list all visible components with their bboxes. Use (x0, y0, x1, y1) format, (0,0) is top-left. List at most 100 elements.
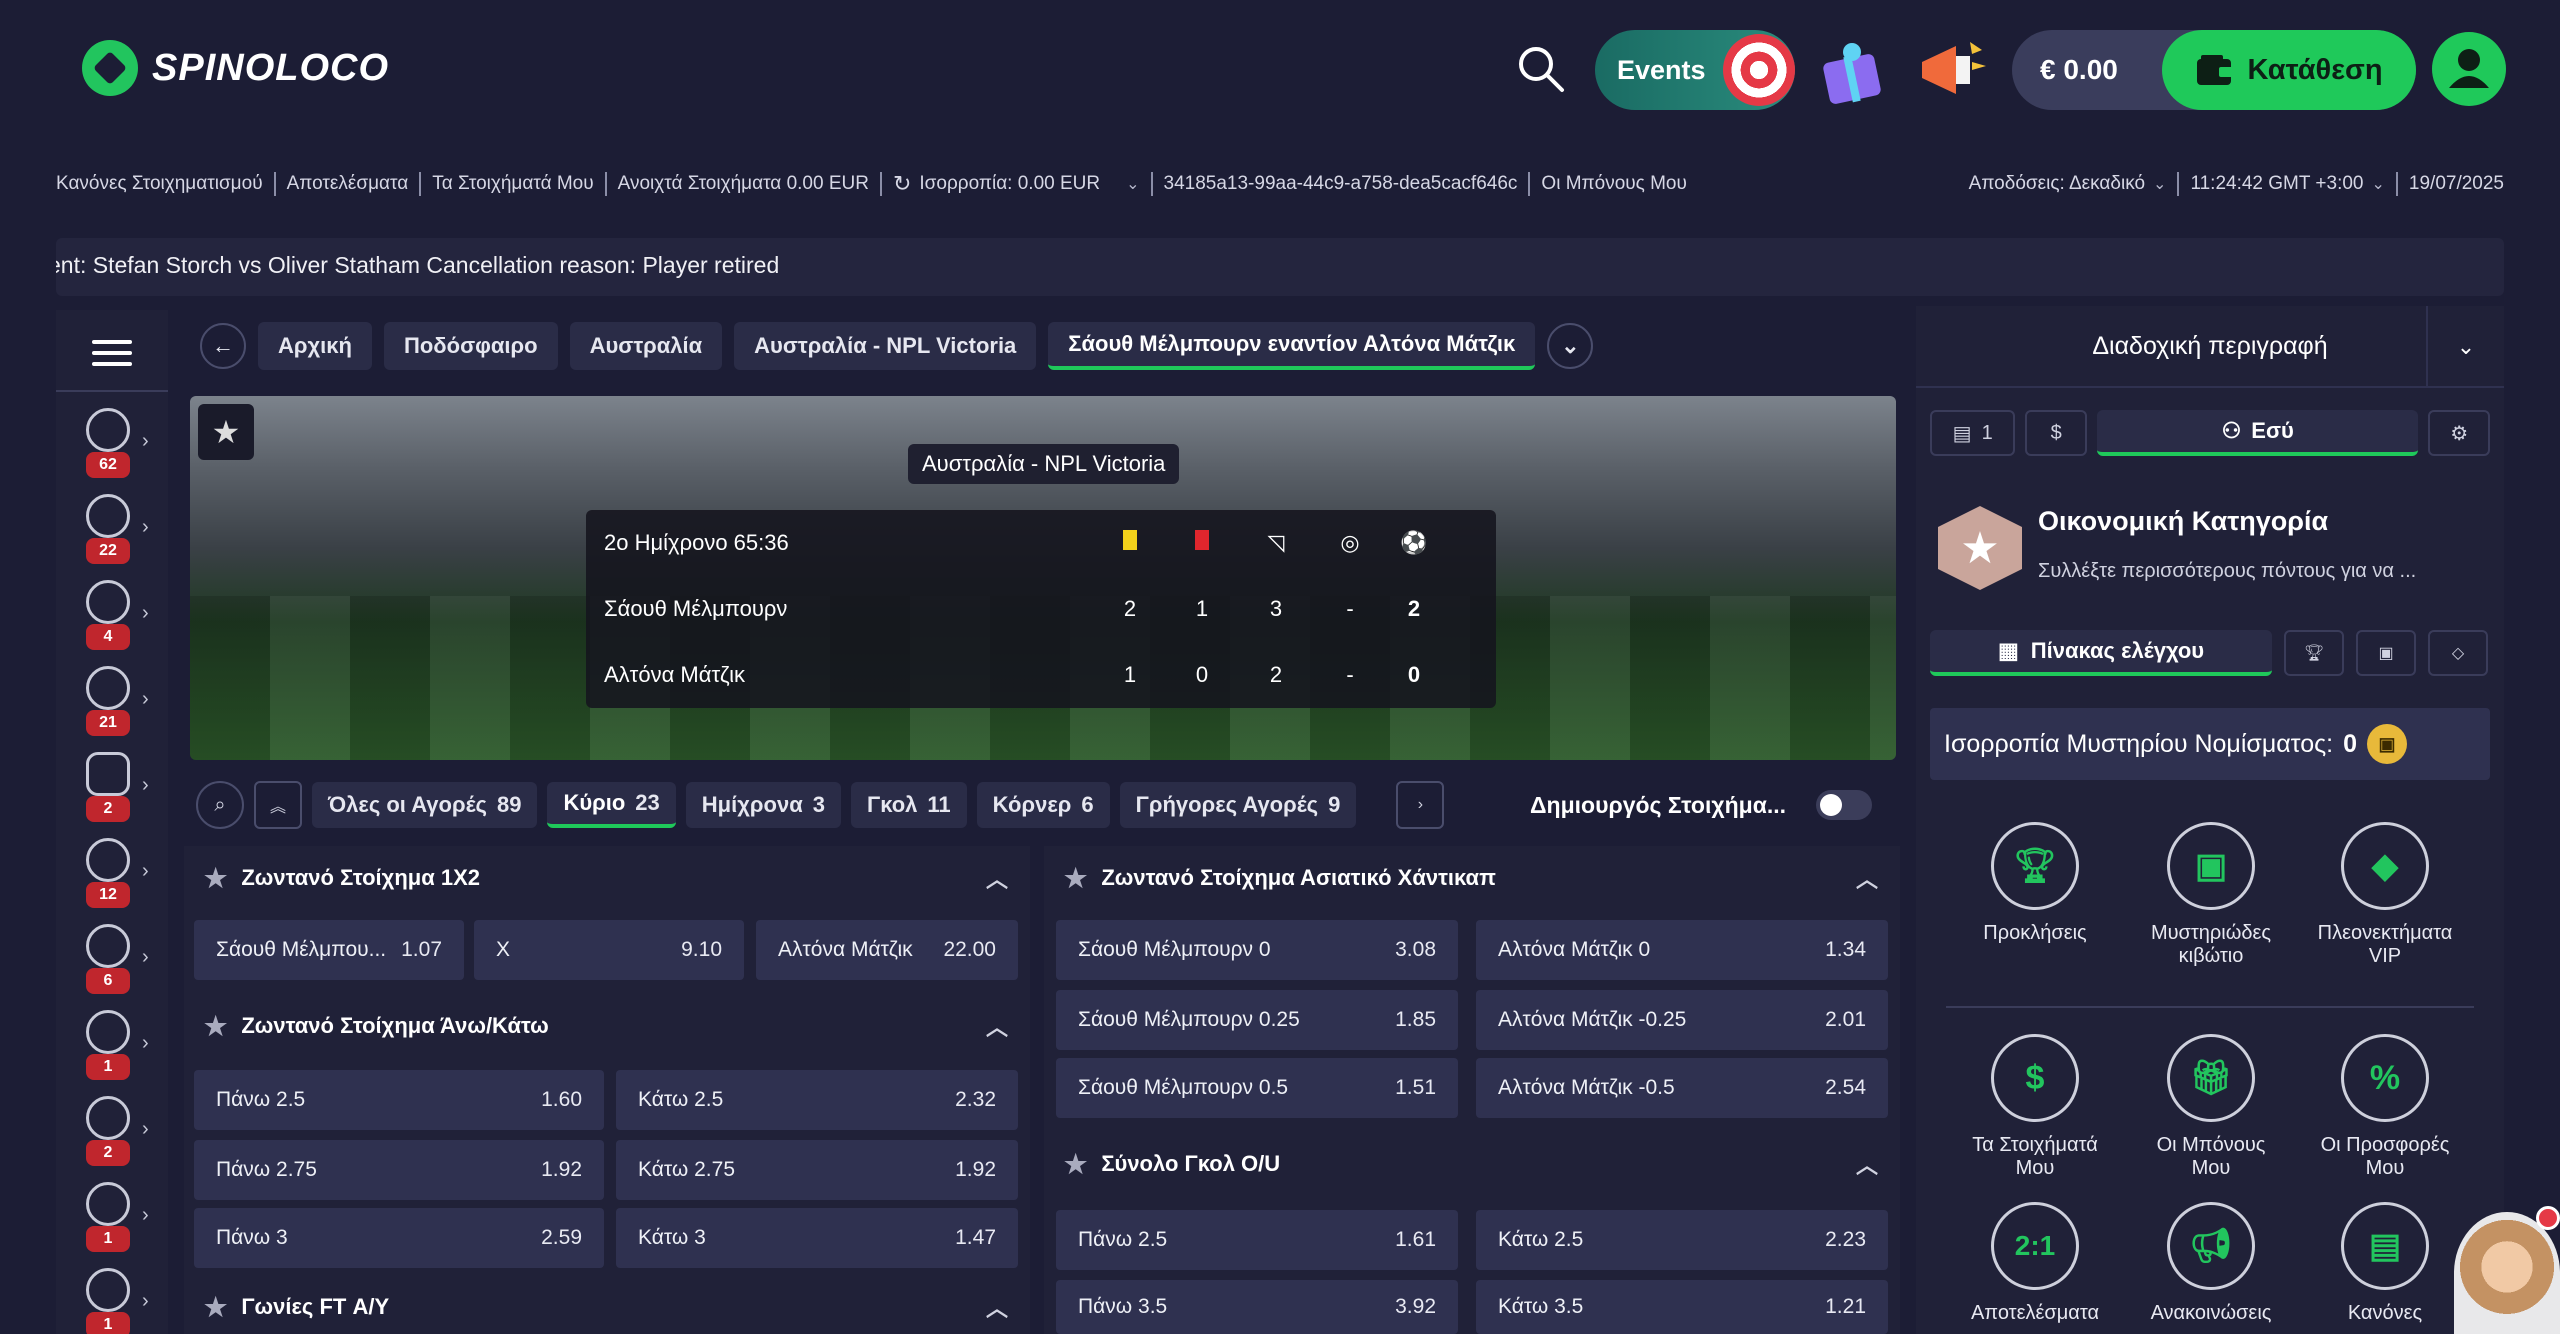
star-icon[interactable]: ★ (204, 1011, 227, 1042)
odd-button[interactable]: Σάουθ Μέλμπου... 1.07 (194, 920, 464, 980)
collapse-all-icon[interactable]: ︽ (254, 781, 302, 829)
odd-button[interactable]: Αλτόνα Μάτζικ -0.25 2.01 (1476, 990, 1888, 1050)
breadcrumb-australia[interactable]: Αυστραλία (569, 322, 723, 370)
clock-time[interactable]: 11:24:42 GMT +3:00 (2190, 173, 2363, 195)
refresh-icon[interactable]: ↻ (893, 171, 911, 197)
chevron-right-icon[interactable]: › (1396, 781, 1445, 829)
breadcrumb-match[interactable]: Σάουθ Μέλμπουρν εναντίον Αλτόνα Μάτζικ (1048, 322, 1536, 370)
odd-button[interactable]: Σάουθ Μέλμπουρν 0.25 1.85 (1056, 990, 1458, 1050)
odd-button[interactable]: X 9.10 (474, 920, 744, 980)
odd-button[interactable]: Κάτω 3 1.47 (616, 1208, 1018, 1268)
chevron-up-icon[interactable]: ︿ (1856, 862, 1878, 894)
odd-button[interactable]: Πάνω 3 2.59 (194, 1208, 604, 1268)
chevron-up-icon[interactable]: ︿ (986, 1291, 1008, 1323)
tab-mystery-box[interactable]: ▣ (2356, 630, 2416, 676)
tab-all-markets[interactable]: Όλες οι Αγορές 89 (312, 782, 538, 828)
support-chat-avatar[interactable] (2454, 1212, 2560, 1334)
breadcrumb-league[interactable]: Αυστραλία - NPL Victoria (734, 322, 1037, 370)
breadcrumb-more[interactable]: ⌄ (1547, 323, 1594, 369)
deposit-button[interactable]: Κατάθεση (2162, 30, 2416, 110)
sidebar-sport-item[interactable]: 6 › (86, 924, 156, 1004)
tab-trophy[interactable]: 🏆︎ (2284, 630, 2344, 676)
chevron-down-icon[interactable]: ⌄ (1126, 174, 1139, 194)
market-header[interactable]: ★ Σύνολο Γκολ O/U ︿ (1044, 1132, 1900, 1196)
bet-builder-toggle[interactable] (1816, 790, 1873, 820)
odds-format-select[interactable]: Αποδόσεις: Δεκαδικό (1969, 173, 2145, 195)
chevron-down-icon[interactable]: ⌄ (2372, 174, 2385, 194)
odd-button[interactable]: Σάουθ Μέλμπουρν 0.5 1.51 (1056, 1058, 1458, 1118)
user-avatar[interactable] (2432, 32, 2506, 106)
market-search-icon[interactable]: ⌕ (196, 781, 244, 829)
odd-button[interactable]: Κάτω 2.75 1.92 (616, 1140, 1018, 1200)
tab-cashout[interactable]: $ (2025, 410, 2087, 456)
odd-button[interactable]: Αλτόνα Μάτζικ 0 1.34 (1476, 920, 1888, 980)
market-header[interactable]: ★ Ζωντανό Στοίχημα Ασιατικό Χάντικαπ ︿ (1044, 846, 1900, 910)
back-button[interactable]: ← (200, 323, 246, 369)
market-header[interactable]: ★ Ζωντανό Στοίχημα Άνω/Κάτω ︿ (184, 994, 1030, 1058)
tab-main[interactable]: Κύριο 23 (547, 782, 676, 828)
sidebar-sport-item[interactable]: 2 › (86, 1096, 156, 1176)
link-results[interactable]: Αποτελέσματα (287, 173, 409, 195)
sidebar-sport-item[interactable]: 4 › (86, 580, 156, 660)
sidebar-sport-item[interactable]: 1 › (86, 1268, 156, 1334)
link-my-bonuses[interactable]: Οι Μπόνους Μου (1541, 173, 1686, 195)
odd-button[interactable]: Κάτω 3.5 1.21 (1476, 1280, 1888, 1334)
menu-icon[interactable] (92, 340, 132, 366)
chevron-down-icon[interactable]: ⌄ (2426, 306, 2504, 388)
odd-button[interactable]: Πάνω 3.5 3.92 (1056, 1280, 1458, 1334)
odd-button[interactable]: Αλτόνα Μάτζικ -0.5 2.54 (1476, 1058, 1888, 1118)
grid-vip[interactable]: ◆ Πλεονεκτήματα VIP (2310, 822, 2460, 968)
odd-button[interactable]: Κάτω 2.5 2.32 (616, 1070, 1018, 1130)
link-open-bets[interactable]: Ανοιχτά Στοιχήματα 0.00 EUR (618, 173, 869, 195)
grid-my-bonuses[interactable]: 🎁︎ Οι Μπόνους Μου (2136, 1034, 2286, 1180)
grid-results[interactable]: 2:1 Αποτελέσματα (1960, 1202, 2110, 1325)
odd-button[interactable]: Πάνω 2.5 1.60 (194, 1070, 604, 1130)
tab-you[interactable]: ⚇ Εσύ (2096, 410, 2419, 456)
star-icon[interactable]: ★ (204, 863, 227, 894)
sidebar-sport-item[interactable]: 2 › (86, 752, 156, 832)
tab-halves[interactable]: Ημίχρονα 3 (685, 782, 841, 828)
star-icon[interactable]: ★ (1064, 1149, 1087, 1180)
tab-quick-markets[interactable]: Γρήγορες Αγορές 9 (1119, 782, 1357, 828)
tab-betslip[interactable]: ▤ 1 (1930, 410, 2016, 456)
sidebar-sport-item[interactable]: 12 › (86, 838, 156, 918)
tab-vip[interactable]: ◇ (2428, 630, 2488, 676)
settings-button[interactable]: ⚙ (2428, 410, 2491, 456)
sidebar-sport-item[interactable]: 1 › (86, 1182, 156, 1262)
link-my-bets[interactable]: Τα Στοιχήματά Μου (432, 173, 593, 195)
grid-rules[interactable]: ▤ Κανόνες (2310, 1202, 2460, 1325)
favorite-star-icon[interactable]: ★ (198, 404, 254, 460)
logo[interactable]: SPINOLOCO (82, 40, 389, 96)
grid-announcements[interactable]: 📢︎ Ανακοινώσεις (2136, 1202, 2286, 1325)
odd-button[interactable]: Κάτω 2.5 2.23 (1476, 1210, 1888, 1270)
market-header[interactable]: ★ Ζωντανό Στοίχημα 1X2 ︿ (184, 846, 1030, 910)
star-icon[interactable]: ★ (204, 1292, 227, 1323)
sidebar-sport-item[interactable]: 1 › (86, 1010, 156, 1090)
search-icon[interactable] (1516, 44, 1566, 94)
odd-button[interactable]: Σάουθ Μέλμπουρν 0 3.08 (1056, 920, 1458, 980)
tab-dashboard[interactable]: ▦ Πίνακας ελέγχου (1930, 630, 2272, 676)
chevron-down-icon[interactable]: ⌄ (2153, 174, 2166, 194)
grid-challenges[interactable]: 🏆︎ Προκλήσεις (1960, 822, 2110, 945)
sidebar-sport-item[interactable]: 22 › (86, 494, 156, 574)
breadcrumb-football[interactable]: Ποδόσφαιρο (383, 322, 558, 370)
gift-box-icon[interactable] (1814, 32, 1890, 108)
tab-corners[interactable]: Κόρνερ 6 (976, 782, 1110, 828)
odd-button[interactable]: Πάνω 2.75 1.92 (194, 1140, 604, 1200)
panel-header[interactable]: Διαδοχική περιγραφή ⌄ (1916, 306, 2504, 388)
star-icon[interactable]: ★ (1064, 863, 1087, 894)
breadcrumb-home[interactable]: Αρχική (258, 322, 372, 370)
grid-mystery-box[interactable]: ▣ Μυστηριώδες κιβώτιο (2136, 822, 2286, 968)
chevron-up-icon[interactable]: ︿ (986, 862, 1008, 894)
events-button[interactable]: Events (1595, 30, 1795, 110)
link-betting-rules[interactable]: Κανόνες Στοιχηματισμού (56, 173, 263, 195)
sidebar-sport-item[interactable]: 21 › (86, 666, 156, 746)
grid-my-offers[interactable]: % Οι Προσφορές Μου (2310, 1034, 2460, 1180)
sidebar-sport-item[interactable]: 62 › (86, 408, 156, 488)
grid-my-bets[interactable]: $ Τα Στοιχήματά Μου (1960, 1034, 2110, 1180)
odd-button[interactable]: Αλτόνα Μάτζικ 22.00 (756, 920, 1018, 980)
tab-goals[interactable]: Γκολ 11 (850, 782, 967, 828)
megaphone-promo-icon[interactable] (1912, 32, 1988, 108)
chevron-up-icon[interactable]: ︿ (986, 1010, 1008, 1042)
odd-button[interactable]: Πάνω 2.5 1.61 (1056, 1210, 1458, 1270)
